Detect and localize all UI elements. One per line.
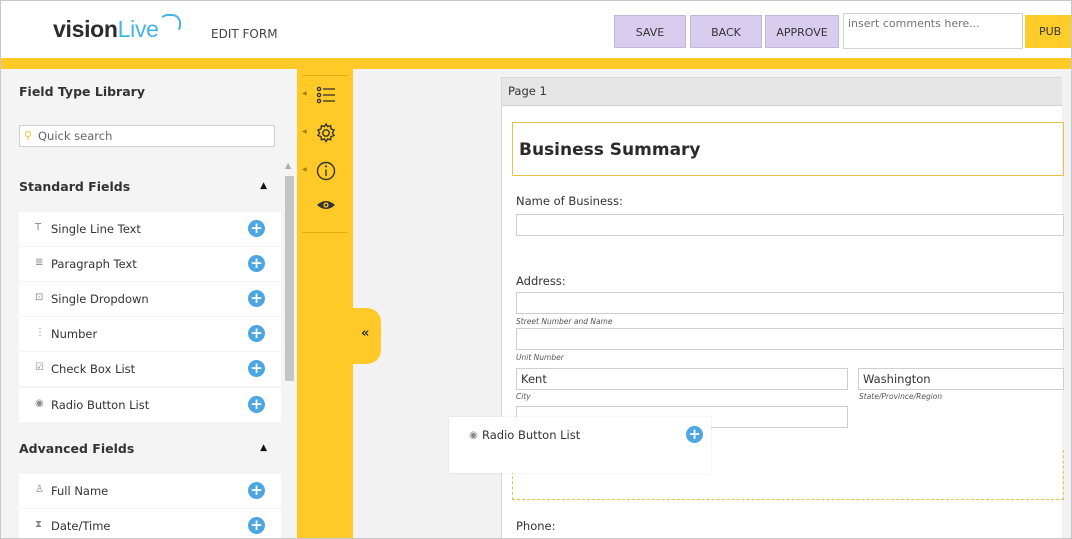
logo-text-vision: vision (53, 16, 118, 42)
checkbox-list-icon: ☑ (35, 362, 44, 373)
collapse-up-icon[interactable]: ▲ (260, 181, 267, 191)
street-address-input[interactable] (516, 292, 1064, 314)
cloud-icon (159, 14, 181, 32)
field-item-label: Paragraph Text (51, 257, 137, 271)
field-item-paragraph-text[interactable]: ≣ Paragraph Text + (19, 247, 281, 281)
field-item-radio-button-list[interactable]: ◉ Radio Button List + (19, 388, 281, 422)
double-chevron-left-icon: « (361, 326, 370, 341)
state-sublabel: State/Province/Region (859, 392, 943, 401)
city-sublabel: City (516, 392, 531, 401)
paragraph-icon: ≣ (35, 257, 44, 268)
radio-icon: ◉ (35, 398, 44, 409)
state-input[interactable] (858, 368, 1064, 390)
field-item-label: Check Box List (51, 362, 136, 376)
add-field-icon[interactable]: + (248, 220, 265, 237)
section-title: Business Summary (519, 140, 701, 160)
app-window: visionLive EDIT FORM SAVE BACK APPROVE P… (0, 0, 1072, 539)
page-header[interactable]: Page 1 (502, 78, 1062, 106)
unit-number-input[interactable] (516, 328, 1064, 350)
collapse-up-icon[interactable]: ▲ (260, 443, 267, 453)
save-button[interactable]: SAVE (614, 15, 686, 48)
field-item-check-box-list[interactable]: ☑ Check Box List + (19, 352, 281, 386)
quick-search-box[interactable]: ⚲ (19, 125, 275, 147)
advanced-fields-title: Advanced Fields (19, 441, 135, 456)
add-field-icon[interactable]: + (248, 482, 265, 499)
text-icon: T (35, 222, 42, 233)
city-input[interactable] (516, 368, 848, 390)
field-item-label: Radio Button List (51, 398, 150, 412)
tool-group: ◀ ◀ ◀ (302, 75, 348, 233)
standard-fields-header[interactable]: Standard Fields ▲ (19, 179, 281, 199)
page-label: Page 1 (508, 84, 547, 98)
advanced-fields-header[interactable]: Advanced Fields ▲ (19, 441, 281, 461)
top-header: visionLive EDIT FORM SAVE BACK APPROVE P… (1, 1, 1071, 58)
add-field-icon[interactable]: + (248, 396, 265, 413)
collapse-panel-tab[interactable]: « (353, 308, 381, 364)
dragged-field-ghost[interactable]: ◉ Radio Button List + (449, 417, 711, 473)
section-heading-box[interactable]: Business Summary (512, 122, 1064, 176)
person-icon: ♙ (35, 484, 44, 495)
sidebar-scrollbar-thumb[interactable] (285, 176, 294, 381)
field-item-single-dropdown[interactable]: ⊡ Single Dropdown + (19, 282, 281, 316)
field-library-panel: Field Type Library ⚲ Standard Fields ▲ T… (1, 69, 297, 538)
add-field-icon[interactable]: + (248, 255, 265, 272)
scroll-up-arrow-icon[interactable]: ▲ (285, 161, 291, 170)
tool-column: ◀ ◀ ◀ (297, 69, 353, 538)
field-item-full-name[interactable]: ♙ Full Name + (19, 474, 281, 508)
back-button[interactable]: BACK (690, 15, 762, 48)
address-label: Address: (516, 274, 566, 288)
caret-left-icon: ◀ (302, 90, 307, 97)
hourglass-icon: ⧗ (35, 519, 43, 530)
radio-icon: ◉ (469, 430, 478, 441)
dropdown-icon: ⊡ (35, 292, 44, 303)
approve-button[interactable]: APPROVE (765, 15, 839, 48)
caret-left-icon: ◀ (302, 166, 307, 173)
list-icon[interactable] (312, 84, 340, 108)
field-item-label: Date/Time (51, 519, 111, 533)
add-field-icon[interactable]: + (248, 360, 265, 377)
phone-label: Phone: (516, 519, 556, 533)
field-library-title: Field Type Library (19, 84, 145, 99)
settings-icon[interactable] (312, 122, 340, 146)
field-item-date-time[interactable]: ⧗ Date/Time + (19, 509, 281, 538)
field-item-label: Full Name (51, 484, 109, 498)
name-of-business-label: Name of Business: (516, 194, 623, 208)
preview-eye-icon[interactable] (312, 196, 340, 220)
publish-button[interactable]: PUB (1025, 15, 1071, 48)
field-item-label: Number (51, 327, 98, 341)
name-of-business-input[interactable] (516, 214, 1064, 236)
comments-input[interactable] (843, 13, 1023, 49)
add-field-icon[interactable]: + (248, 290, 265, 307)
logo-text-live: Live (117, 16, 159, 42)
field-item-single-line-text[interactable]: T Single Line Text + (19, 212, 281, 246)
field-item-number[interactable]: ⋮ Number + (19, 317, 281, 351)
caret-left-icon: ◀ (302, 128, 307, 135)
number-icon: ⋮ (35, 327, 45, 338)
field-item-label: Single Line Text (51, 222, 141, 236)
quick-search-input[interactable] (38, 127, 268, 145)
add-field-icon[interactable]: + (686, 426, 703, 443)
field-item-label: Single Dropdown (51, 292, 149, 306)
visionlive-logo[interactable]: visionLive (53, 16, 159, 43)
add-field-icon[interactable]: + (248, 517, 265, 534)
unit-sublabel: Unit Number (516, 353, 564, 362)
header-accent-bar (1, 58, 1071, 69)
info-icon[interactable] (312, 160, 340, 184)
standard-fields-title: Standard Fields (19, 179, 131, 194)
add-field-icon[interactable]: + (248, 325, 265, 342)
dragged-field-label: Radio Button List (482, 428, 581, 442)
page-title: EDIT FORM (211, 27, 278, 41)
search-icon: ⚲ (24, 129, 33, 142)
street-sublabel: Street Number and Name (516, 317, 613, 326)
